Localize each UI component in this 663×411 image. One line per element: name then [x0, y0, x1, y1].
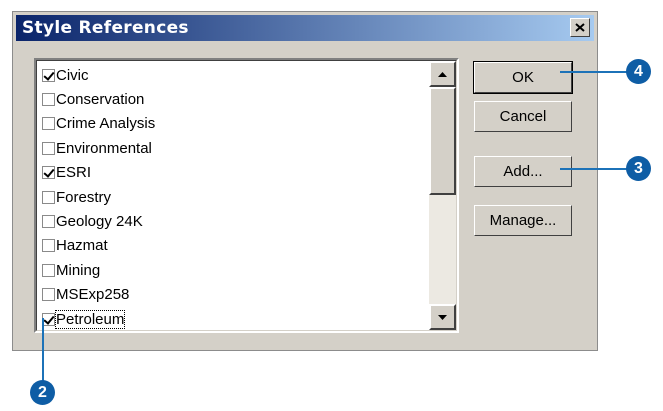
style-label: Environmental — [56, 139, 152, 157]
callout-badge-ok: 4 — [626, 59, 651, 84]
list-item[interactable]: Mining — [39, 258, 432, 282]
list-item[interactable]: Environmental — [39, 136, 432, 160]
close-icon — [575, 23, 585, 32]
callout-line-add — [560, 168, 630, 170]
callout-badge-checkbox: 2 — [30, 380, 55, 405]
callout-line-ok — [560, 71, 630, 73]
style-checkbox[interactable] — [42, 215, 55, 229]
arrow-down-icon — [438, 314, 447, 320]
style-label: Conservation — [56, 91, 145, 109]
list-item[interactable]: Geology 24K — [39, 209, 432, 233]
style-label: Crime Analysis — [56, 115, 156, 133]
ok-button[interactable]: OK — [473, 61, 573, 94]
style-label: Hazmat — [56, 237, 108, 255]
style-list[interactable]: Civic Conservation Crime Analysis Environme… — [34, 58, 459, 333]
cancel-button[interactable]: Cancel — [474, 101, 572, 132]
list-item[interactable]: Forestry — [39, 185, 432, 209]
style-label: Forestry — [56, 188, 112, 206]
style-list-items: Civic Conservation Crime Analysis Environme… — [39, 63, 432, 331]
style-label: MSExp258 — [56, 286, 130, 304]
scroll-up-button[interactable] — [429, 61, 456, 87]
list-item[interactable]: MSExp258 — [39, 283, 432, 307]
list-item[interactable]: Conservation — [39, 87, 432, 111]
add-button[interactable]: Add... — [474, 156, 572, 187]
vertical-scrollbar[interactable] — [429, 61, 456, 330]
callout-badge-add: 3 — [626, 156, 651, 181]
style-label: Geology 24K — [56, 213, 143, 231]
style-label: ESRI — [56, 164, 92, 182]
manage-button[interactable]: Manage... — [474, 205, 572, 236]
style-checkbox[interactable] — [42, 239, 55, 253]
style-checkbox[interactable] — [42, 117, 55, 131]
style-checkbox[interactable] — [42, 93, 55, 107]
list-item[interactable]: Petroleum — [39, 307, 432, 331]
style-checkbox[interactable] — [42, 141, 55, 155]
style-checkbox[interactable] — [42, 263, 55, 277]
dialog-title: Style References — [22, 18, 189, 38]
title-bar[interactable]: Style References — [16, 15, 594, 41]
close-button[interactable] — [570, 18, 590, 37]
list-item[interactable]: ESRI — [39, 161, 432, 185]
callout-line-checkbox — [42, 318, 44, 386]
list-item[interactable]: Hazmat — [39, 234, 432, 258]
list-item[interactable]: Civic — [39, 63, 432, 87]
style-references-dialog: Style References Civic Conservation Crime … — [12, 11, 598, 351]
scroll-thumb[interactable] — [429, 87, 456, 195]
style-checkbox[interactable] — [42, 288, 55, 302]
style-checkbox[interactable] — [42, 166, 55, 180]
scroll-down-button[interactable] — [429, 304, 456, 330]
style-label: Petroleum — [54, 309, 126, 329]
style-label: Civic — [56, 66, 89, 84]
list-item[interactable]: Crime Analysis — [39, 112, 432, 136]
style-checkbox[interactable] — [42, 190, 55, 204]
style-label: Mining — [56, 261, 101, 279]
arrow-up-icon — [438, 71, 447, 77]
style-checkbox[interactable] — [42, 68, 55, 82]
